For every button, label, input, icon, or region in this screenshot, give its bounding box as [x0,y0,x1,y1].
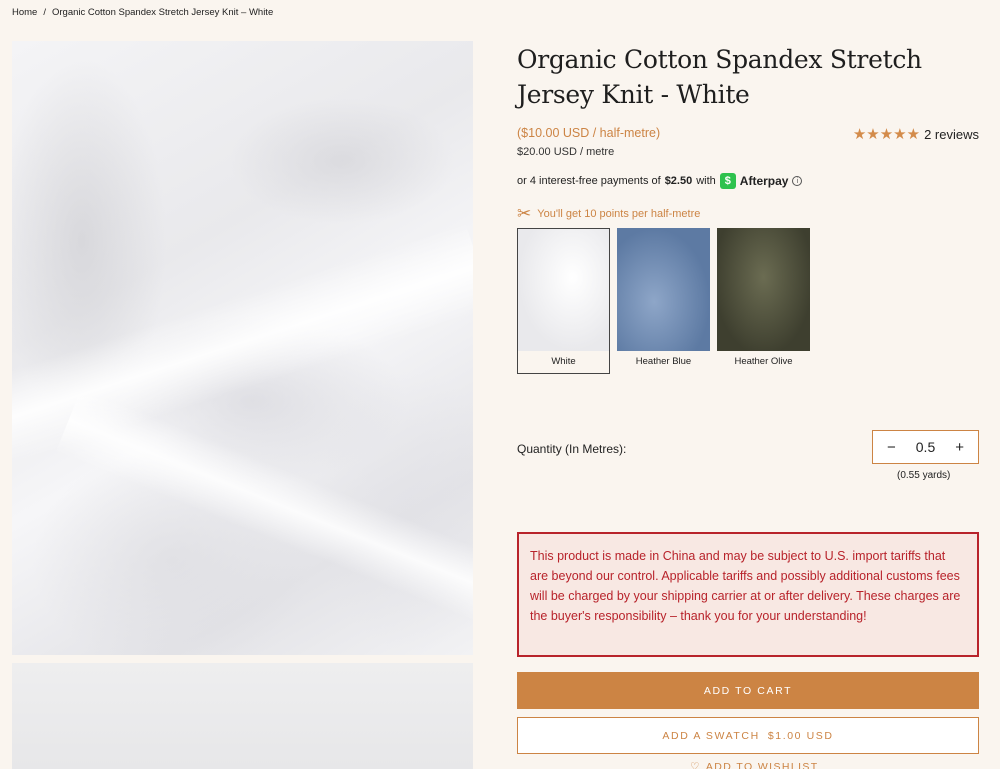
quantity-value[interactable]: 0.5 [916,439,935,455]
afterpay-with: with [696,175,716,187]
info-icon[interactable]: i [792,176,803,186]
swatch-white-image [518,229,609,351]
product-main-image[interactable] [12,41,473,655]
quantity-row: Quantity (In Metres): − 0.5 + [517,430,979,464]
swatch-heather-blue[interactable]: Heather Blue [617,228,710,374]
add-to-cart-button[interactable]: ADD TO CART [517,672,979,709]
reviews-summary[interactable]: ★★★★★ 2 reviews [853,125,979,143]
swatch-label: Heather Blue [635,356,692,367]
product-gallery [12,41,473,769]
afterpay-prefix: or 4 interest-free payments of [517,175,661,187]
price-half-metre: ($10.00 USD / half-metre) [517,126,661,140]
reward-points: ✂ You'll get 10 points per half-metre [517,205,979,222]
add-swatch-button[interactable]: ADD A SWATCH $1.00 USD [517,717,979,754]
quantity-stepper: − 0.5 + [872,430,979,464]
reward-points-text: You'll get 10 points per half-metre [537,207,701,220]
wishlist-label: ADD TO WISHLIST [705,761,819,769]
quantity-label: Quantity (In Metres): [517,442,627,456]
color-swatches: White Heather Blue Heather Olive [517,228,979,374]
breadcrumb-separator: / [43,7,46,18]
tariff-notice: This product is made in China and may be… [517,532,979,657]
breadcrumb: Home / Organic Cotton Spandex Stretch Je… [12,7,273,18]
quantity-increase-button[interactable]: + [955,439,964,456]
swatch-heather-blue-image [617,228,710,351]
reviews-count[interactable]: 2 reviews [924,127,979,142]
add-to-wishlist-button[interactable]: ♡ ADD TO WISHLIST [690,761,819,769]
breadcrumb-home-link[interactable]: Home [12,7,37,18]
product-title: Organic Cotton Spandex Stretch Jersey Kn… [517,45,922,109]
afterpay-amount: $2.50 [664,175,693,187]
afterpay-info: or 4 interest-free payments of $2.50 wit… [517,173,979,189]
afterpay-logo-icon: $ [719,173,736,189]
scissors-icon: ✂ [517,204,532,223]
quantity-yards: (0.55 yards) [897,470,951,481]
afterpay-brand: Afterpay [739,174,789,188]
star-rating-icon: ★★★★★ [852,126,921,143]
price-row: ($10.00 USD / half-metre) ★★★★★ 2 review… [517,124,979,144]
price-per-metre: $20.00 USD / metre [517,146,615,158]
swatch-heather-olive-image [717,228,810,351]
swatch-heather-olive[interactable]: Heather Olive [717,228,810,374]
product-info: Organic Cotton Spandex Stretch Jersey Kn… [517,42,979,374]
swatch-label: White [551,356,576,367]
add-swatch-label: ADD A SWATCH [662,729,760,742]
breadcrumb-current: Organic Cotton Spandex Stretch Jersey Kn… [51,7,274,18]
product-secondary-image[interactable] [12,663,473,769]
swatch-price: $1.00 USD [767,729,834,742]
heart-icon: ♡ [690,761,701,769]
swatch-label: Heather Olive [734,356,793,367]
quantity-decrease-button[interactable]: − [887,439,896,456]
swatch-white[interactable]: White [517,228,610,374]
